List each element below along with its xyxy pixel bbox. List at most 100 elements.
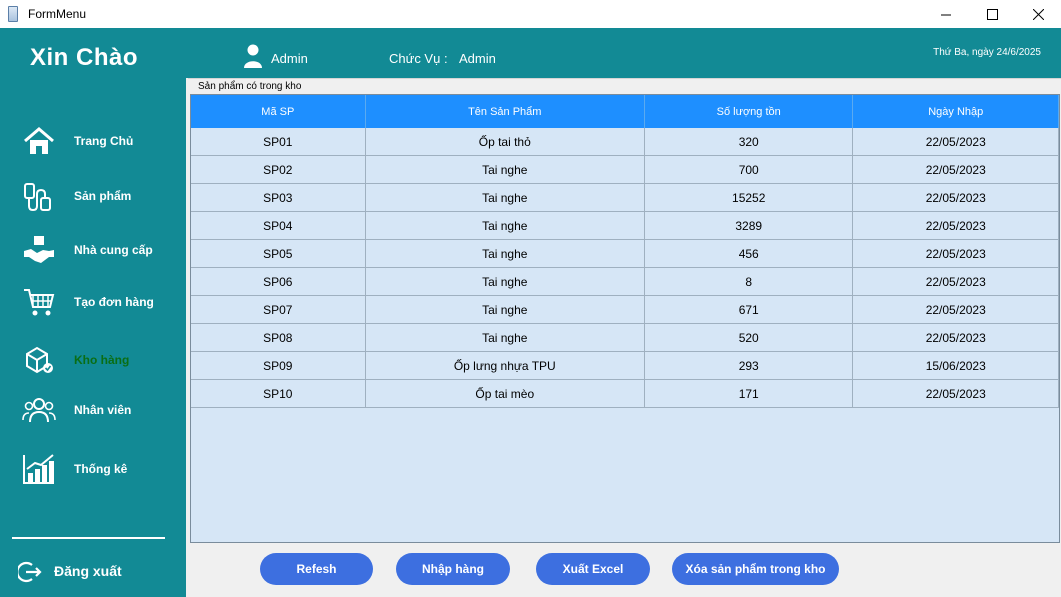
greeting-title: Xin Chào (30, 44, 139, 71)
table-row[interactable]: SP08 Tai nghe 520 22/05/2023 (191, 324, 1059, 352)
sidebar-item-label: Nhân viên (74, 403, 132, 417)
table-cell[interactable]: 22/05/2023 (853, 240, 1059, 267)
table-cell[interactable]: 671 (645, 296, 854, 323)
table-cell[interactable]: 15/06/2023 (853, 352, 1059, 379)
table-cell[interactable]: 22/05/2023 (853, 184, 1059, 211)
table-cell[interactable]: 15252 (645, 184, 854, 211)
table-cell[interactable]: 22/05/2023 (853, 324, 1059, 351)
app-icon (8, 6, 18, 22)
sidebar-divider (12, 537, 165, 539)
table-cell[interactable]: SP10 (191, 380, 366, 407)
products-icon (22, 179, 56, 213)
table-cell[interactable]: SP09 (191, 352, 366, 379)
column-header[interactable]: Ngày Nhập (853, 95, 1059, 128)
table-cell[interactable]: Tai nghe (366, 268, 645, 295)
close-button[interactable] (1015, 0, 1061, 28)
table-cell[interactable]: Tai nghe (366, 184, 645, 211)
table-cell[interactable]: Ốp tai mèo (366, 380, 645, 407)
close-icon (1032, 8, 1044, 20)
sidebar-item-tao-don-hang[interactable]: Tạo đơn hàng (0, 279, 186, 325)
table-cell[interactable]: 293 (645, 352, 854, 379)
table-cell[interactable]: 22/05/2023 (853, 128, 1059, 155)
sidebar: Trang Chủ Sản phẩm Nhà cung cấp Tạo đơn … (0, 78, 186, 597)
group-title: Sản phẩm có trong kho (196, 81, 304, 92)
table-cell[interactable]: SP07 (191, 296, 366, 323)
sidebar-item-san-pham[interactable]: Sản phẩm (0, 173, 186, 219)
window-title: FormMenu (28, 7, 87, 21)
table-cell[interactable]: SP01 (191, 128, 366, 155)
table-cell[interactable]: 22/05/2023 (853, 212, 1059, 239)
export-excel-button[interactable]: Xuất Excel (536, 553, 650, 585)
main-content: Sản phẩm có trong kho Mã SP Tên Sản Phẩm… (186, 78, 1061, 597)
delete-inventory-button[interactable]: Xóa sản phẩm trong kho (672, 553, 839, 585)
statistics-chart-icon (22, 452, 56, 486)
table-cell[interactable]: Tai nghe (366, 296, 645, 323)
table-cell[interactable]: 22/05/2023 (853, 156, 1059, 183)
table-cell[interactable]: Ốp lưng nhựa TPU (366, 352, 645, 379)
maximize-icon (986, 8, 998, 20)
sidebar-item-label: Sản phẩm (74, 189, 132, 203)
minimize-button[interactable] (923, 0, 969, 28)
table-row[interactable]: SP07 Tai nghe 671 22/05/2023 (191, 296, 1059, 324)
table-row[interactable]: SP03 Tai nghe 15252 22/05/2023 (191, 184, 1059, 212)
refresh-button[interactable]: Refesh (260, 553, 373, 585)
maximize-button[interactable] (969, 0, 1015, 28)
table-cell[interactable]: SP06 (191, 268, 366, 295)
employees-icon (22, 393, 56, 427)
logout-button[interactable]: Đăng xuất (0, 554, 186, 588)
sidebar-item-nha-cung-cap[interactable]: Nhà cung cấp (0, 227, 186, 273)
table-row[interactable]: SP01 Ốp tai thỏ 320 22/05/2023 (191, 128, 1059, 156)
table-cell[interactable]: 700 (645, 156, 854, 183)
table-row[interactable]: SP09 Ốp lưng nhựa TPU 293 15/06/2023 (191, 352, 1059, 380)
table-cell[interactable]: Tai nghe (366, 212, 645, 239)
table-row[interactable]: SP05 Tai nghe 456 22/05/2023 (191, 240, 1059, 268)
table-cell[interactable]: SP04 (191, 212, 366, 239)
column-header[interactable]: Số lượng tồn (645, 95, 854, 128)
table-cell[interactable]: Tai nghe (366, 324, 645, 351)
sidebar-item-nhan-vien[interactable]: Nhân viên (0, 387, 186, 433)
sidebar-item-label: Kho hàng (74, 353, 130, 367)
table-cell[interactable]: 22/05/2023 (853, 380, 1059, 407)
inventory-table[interactable]: Mã SP Tên Sản Phẩm Số lượng tồn Ngày Nhậ… (190, 94, 1060, 543)
table-cell[interactable]: SP05 (191, 240, 366, 267)
table-row[interactable]: SP06 Tai nghe 8 22/05/2023 (191, 268, 1059, 296)
import-button[interactable]: Nhập hàng (396, 553, 510, 585)
window-controls (923, 0, 1061, 28)
column-header[interactable]: Tên Sản Phẩm (366, 95, 645, 128)
table-cell[interactable]: 8 (645, 268, 854, 295)
table-cell[interactable]: Tai nghe (366, 240, 645, 267)
table-cell[interactable]: Tai nghe (366, 156, 645, 183)
table-row[interactable]: SP04 Tai nghe 3289 22/05/2023 (191, 212, 1059, 240)
supplier-handshake-icon (22, 233, 56, 267)
logout-label: Đăng xuất (54, 563, 122, 579)
sidebar-item-label: Trang Chủ (74, 134, 134, 148)
column-header[interactable]: Mã SP (191, 95, 366, 128)
role-label: Chức Vụ : (389, 51, 448, 66)
table-header: Mã SP Tên Sản Phẩm Số lượng tồn Ngày Nhậ… (191, 95, 1059, 128)
role-value: Admin (459, 51, 496, 66)
user-icon (244, 44, 262, 68)
sidebar-item-kho-hang[interactable]: Kho hàng (0, 337, 186, 383)
table-cell[interactable]: 171 (645, 380, 854, 407)
logout-icon (18, 561, 42, 583)
table-cell[interactable]: 22/05/2023 (853, 268, 1059, 295)
table-cell[interactable]: 456 (645, 240, 854, 267)
table-cell[interactable]: 22/05/2023 (853, 296, 1059, 323)
table-cell[interactable]: 320 (645, 128, 854, 155)
table-cell[interactable]: SP02 (191, 156, 366, 183)
sidebar-item-trang-chu[interactable]: Trang Chủ (0, 118, 186, 164)
user-name: Admin (271, 51, 308, 66)
sidebar-item-label: Thống kê (74, 462, 128, 476)
inventory-group: Sản phẩm có trong kho Mã SP Tên Sản Phẩm… (188, 78, 1061, 543)
table-cell[interactable]: 520 (645, 324, 854, 351)
sidebar-item-label: Nhà cung cấp (74, 243, 153, 257)
sidebar-item-thong-ke[interactable]: Thống kê (0, 446, 186, 492)
table-cell[interactable]: 3289 (645, 212, 854, 239)
header-bar (0, 28, 1061, 78)
table-row[interactable]: SP10 Ốp tai mèo 171 22/05/2023 (191, 380, 1059, 408)
table-body: SP01 Ốp tai thỏ 320 22/05/2023 SP02 Tai nghe 7… (191, 128, 1059, 408)
table-row[interactable]: SP02 Tai nghe 700 22/05/2023 (191, 156, 1059, 184)
table-cell[interactable]: SP08 (191, 324, 366, 351)
table-cell[interactable]: SP03 (191, 184, 366, 211)
table-cell[interactable]: Ốp tai thỏ (366, 128, 645, 155)
